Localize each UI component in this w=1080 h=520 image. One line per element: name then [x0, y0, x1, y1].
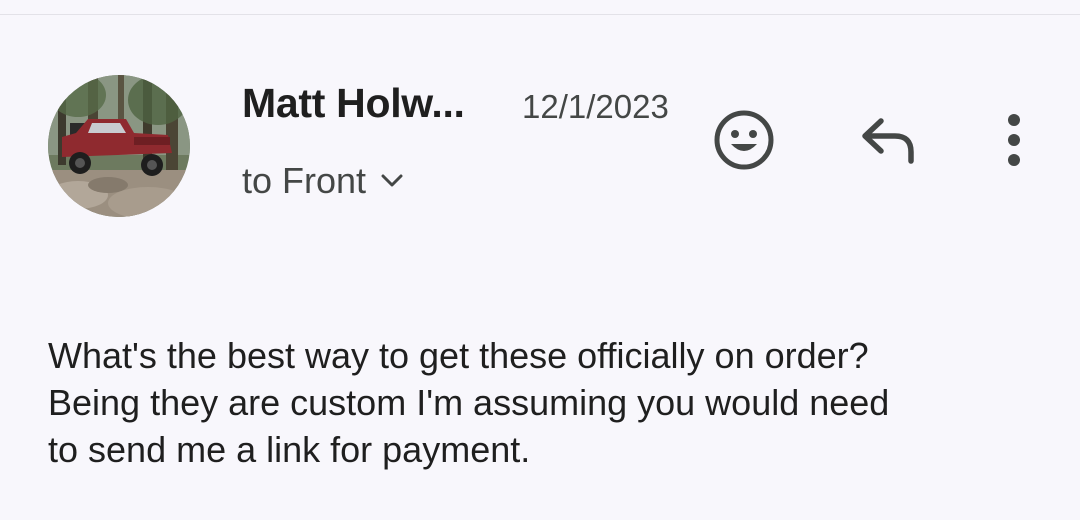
message-date: 12/1/2023	[522, 88, 669, 125]
message-body-line: What's the best way to get these officia…	[48, 335, 869, 376]
reply-button[interactable]	[853, 104, 925, 176]
recipient-toggle[interactable]: to Front	[242, 160, 406, 202]
top-divider	[0, 14, 1080, 15]
reply-icon	[862, 118, 914, 164]
sender-name[interactable]: Matt Holw...	[242, 80, 465, 127]
more-options-button[interactable]	[985, 104, 1043, 176]
add-reaction-button[interactable]	[708, 104, 780, 176]
more-vert-icon	[1008, 114, 1020, 166]
avatar-photo	[48, 75, 190, 217]
message-body-line: to send me a link for payment.	[48, 429, 531, 470]
smiley-icon	[714, 110, 774, 170]
sender-avatar[interactable]	[48, 75, 190, 217]
recipient-label: to Front	[242, 160, 367, 201]
message-body-line: Being they are custom I'm assuming you w…	[48, 382, 890, 423]
chevron-down-icon	[378, 167, 406, 195]
message-body: What's the best way to get these officia…	[48, 332, 1048, 473]
